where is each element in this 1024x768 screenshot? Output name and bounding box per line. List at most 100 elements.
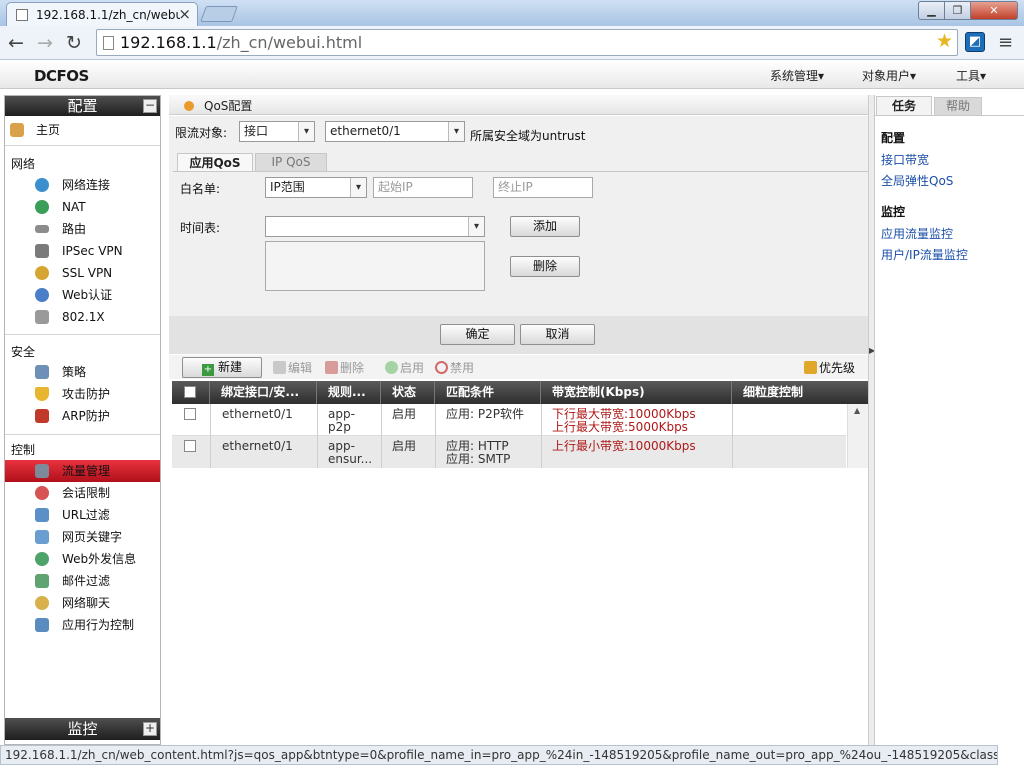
nav-8021x[interactable]: 802.1X: [5, 306, 160, 328]
cancel-button[interactable]: 取消: [520, 324, 595, 345]
column-header-rule[interactable]: 规则...: [318, 381, 381, 404]
nav-app-behavior[interactable]: 应用行为控制: [5, 614, 160, 636]
nav-policy[interactable]: 策略: [5, 361, 160, 383]
url-filter-icon: [35, 508, 49, 522]
nav-ipsec-vpn[interactable]: IPSec VPN: [5, 240, 160, 262]
nav-web-outbound[interactable]: Web外发信息: [5, 548, 160, 570]
disable-button[interactable]: 禁用: [435, 359, 474, 376]
collapse-icon[interactable]: −: [143, 99, 157, 113]
browser-menu-icon[interactable]: ≡: [998, 32, 1013, 53]
tab-help[interactable]: 帮助: [934, 97, 982, 115]
menu-tools[interactable]: 工具▾: [956, 67, 986, 84]
address-bar[interactable]: 192.168.1.1/zh_cn/webui.html ★: [96, 29, 958, 56]
nav-im-chat[interactable]: 网络聊天: [5, 592, 160, 614]
limit-target-select[interactable]: 接口 ▾: [239, 121, 315, 142]
col-divider: [381, 404, 382, 468]
nav-arp-defense[interactable]: ARP防护: [5, 405, 160, 427]
browser-tab-active[interactable]: 192.168.1.1/zh_cn/webu ×: [6, 2, 198, 26]
tab-tasks[interactable]: 任务: [876, 96, 932, 116]
nav-url-filter[interactable]: URL过滤: [5, 504, 160, 526]
traffic-icon: [35, 464, 49, 478]
window-close-button[interactable]: ✕: [970, 1, 1018, 20]
nav-home[interactable]: 主页: [5, 119, 160, 141]
nav-label: 802.1X: [62, 310, 105, 324]
priority-button[interactable]: 优先级: [804, 359, 855, 376]
nav-route[interactable]: 路由: [5, 218, 160, 240]
status-bar-url: 192.168.1.1/zh_cn/web_content.html?js=qo…: [0, 745, 998, 765]
start-ip-input[interactable]: 起始IP: [373, 177, 473, 198]
column-header-interface[interactable]: 绑定接口/安...: [211, 381, 317, 404]
cell-bandwidth: 上行最小带宽:10000Kbps: [552, 440, 696, 453]
nav-label: 路由: [62, 222, 87, 236]
monitor-panel-title: 监控: [67, 720, 98, 738]
nav-network-connection[interactable]: 网络连接: [5, 174, 160, 196]
nat-icon: [35, 200, 49, 214]
nav-ssl-vpn[interactable]: SSL VPN: [5, 262, 160, 284]
divider: [5, 145, 160, 146]
tab-close-icon[interactable]: ×: [178, 5, 191, 23]
col-divider: [317, 404, 318, 468]
enable-label: 启用: [400, 361, 425, 375]
scroll-up-icon[interactable]: ▲: [854, 406, 860, 415]
delete-button[interactable]: 删除: [325, 359, 364, 376]
select-all-checkbox[interactable]: [184, 386, 196, 398]
column-header-match[interactable]: 匹配条件: [436, 381, 541, 404]
config-panel-header: 配置 −: [5, 96, 160, 116]
column-header-granular[interactable]: 细粒度控制: [733, 381, 868, 404]
new-button[interactable]: + 新建: [182, 357, 262, 378]
end-ip-input[interactable]: 终止IP: [493, 177, 593, 198]
column-header-status[interactable]: 状态: [382, 381, 435, 404]
nav-label: 会话限制: [62, 486, 111, 500]
chevron-down-icon: ▾: [448, 122, 464, 141]
table-scrollbar[interactable]: ▲: [847, 404, 868, 468]
ok-button[interactable]: 确定: [440, 324, 515, 345]
cell-bandwidth: 下行最大带宽:10000Kbps 上行最大带宽:5000Kbps: [552, 408, 696, 434]
window-minimize-button[interactable]: ▁: [918, 1, 945, 20]
url-text: 192.168.1.1/zh_cn/webui.html: [120, 33, 363, 52]
column-header-bandwidth[interactable]: 带宽控制(Kbps): [542, 381, 732, 404]
nav-session-limit[interactable]: 会话限制: [5, 482, 160, 504]
link-user-ip-traffic-monitor[interactable]: 用户/IP流量监控: [881, 246, 968, 263]
nav-nat[interactable]: NAT: [5, 196, 160, 218]
delete-schedule-button[interactable]: 删除: [510, 256, 580, 277]
enable-button[interactable]: 启用: [385, 359, 424, 376]
menu-object-user[interactable]: 对象用户▾: [862, 67, 916, 84]
section-network: 网络: [11, 157, 36, 171]
expand-icon[interactable]: +: [143, 722, 157, 736]
edit-button[interactable]: 编辑: [273, 359, 312, 376]
new-tab-button[interactable]: [200, 6, 238, 22]
nav-web-auth[interactable]: Web认证: [5, 284, 160, 306]
add-button[interactable]: 添加: [510, 216, 580, 237]
reload-icon[interactable]: ↻: [66, 32, 82, 54]
link-global-elastic-qos[interactable]: 全局弹性QoS: [881, 172, 953, 189]
tab-app-qos[interactable]: 应用QoS: [177, 153, 253, 172]
section-security: 安全: [11, 345, 36, 359]
link-app-traffic-monitor[interactable]: 应用流量监控: [881, 225, 953, 242]
schedule-select[interactable]: ▾: [265, 216, 485, 237]
col-divider: [541, 404, 542, 468]
row-checkbox[interactable]: [184, 440, 196, 452]
forward-arrow-icon[interactable]: →: [37, 32, 53, 54]
cell-status: 启用: [392, 408, 417, 421]
nav-web-keyword[interactable]: 网页关键字: [5, 526, 160, 548]
whitelist-type-select[interactable]: IP范围 ▾: [265, 177, 367, 198]
row-checkbox[interactable]: [184, 408, 196, 420]
nav-mail-filter[interactable]: 邮件过滤: [5, 570, 160, 592]
nav-label: IPSec VPN: [62, 244, 123, 258]
ssl-icon: [35, 266, 49, 280]
edit-icon: [273, 361, 286, 374]
schedule-list[interactable]: [265, 241, 485, 291]
bookmark-star-icon[interactable]: ★: [936, 30, 953, 52]
tab-ip-qos[interactable]: IP QoS: [255, 153, 327, 171]
router-icon: [35, 225, 49, 233]
link-interface-bandwidth[interactable]: 接口带宽: [881, 151, 929, 168]
extension-icon[interactable]: ◩: [965, 32, 985, 52]
window-maximize-button[interactable]: ❐: [944, 1, 971, 20]
menu-system-management[interactable]: 系统管理▾: [770, 67, 824, 84]
back-arrow-icon[interactable]: ←: [8, 32, 24, 54]
monitor-panel-header[interactable]: 监控 +: [5, 718, 160, 740]
nav-traffic-management[interactable]: 流量管理: [5, 460, 160, 482]
nav-attack-defense[interactable]: 攻击防护: [5, 383, 160, 405]
whitelist-type-value: IP范围: [270, 180, 305, 194]
interface-select[interactable]: ethernet0/1 ▾: [325, 121, 465, 142]
